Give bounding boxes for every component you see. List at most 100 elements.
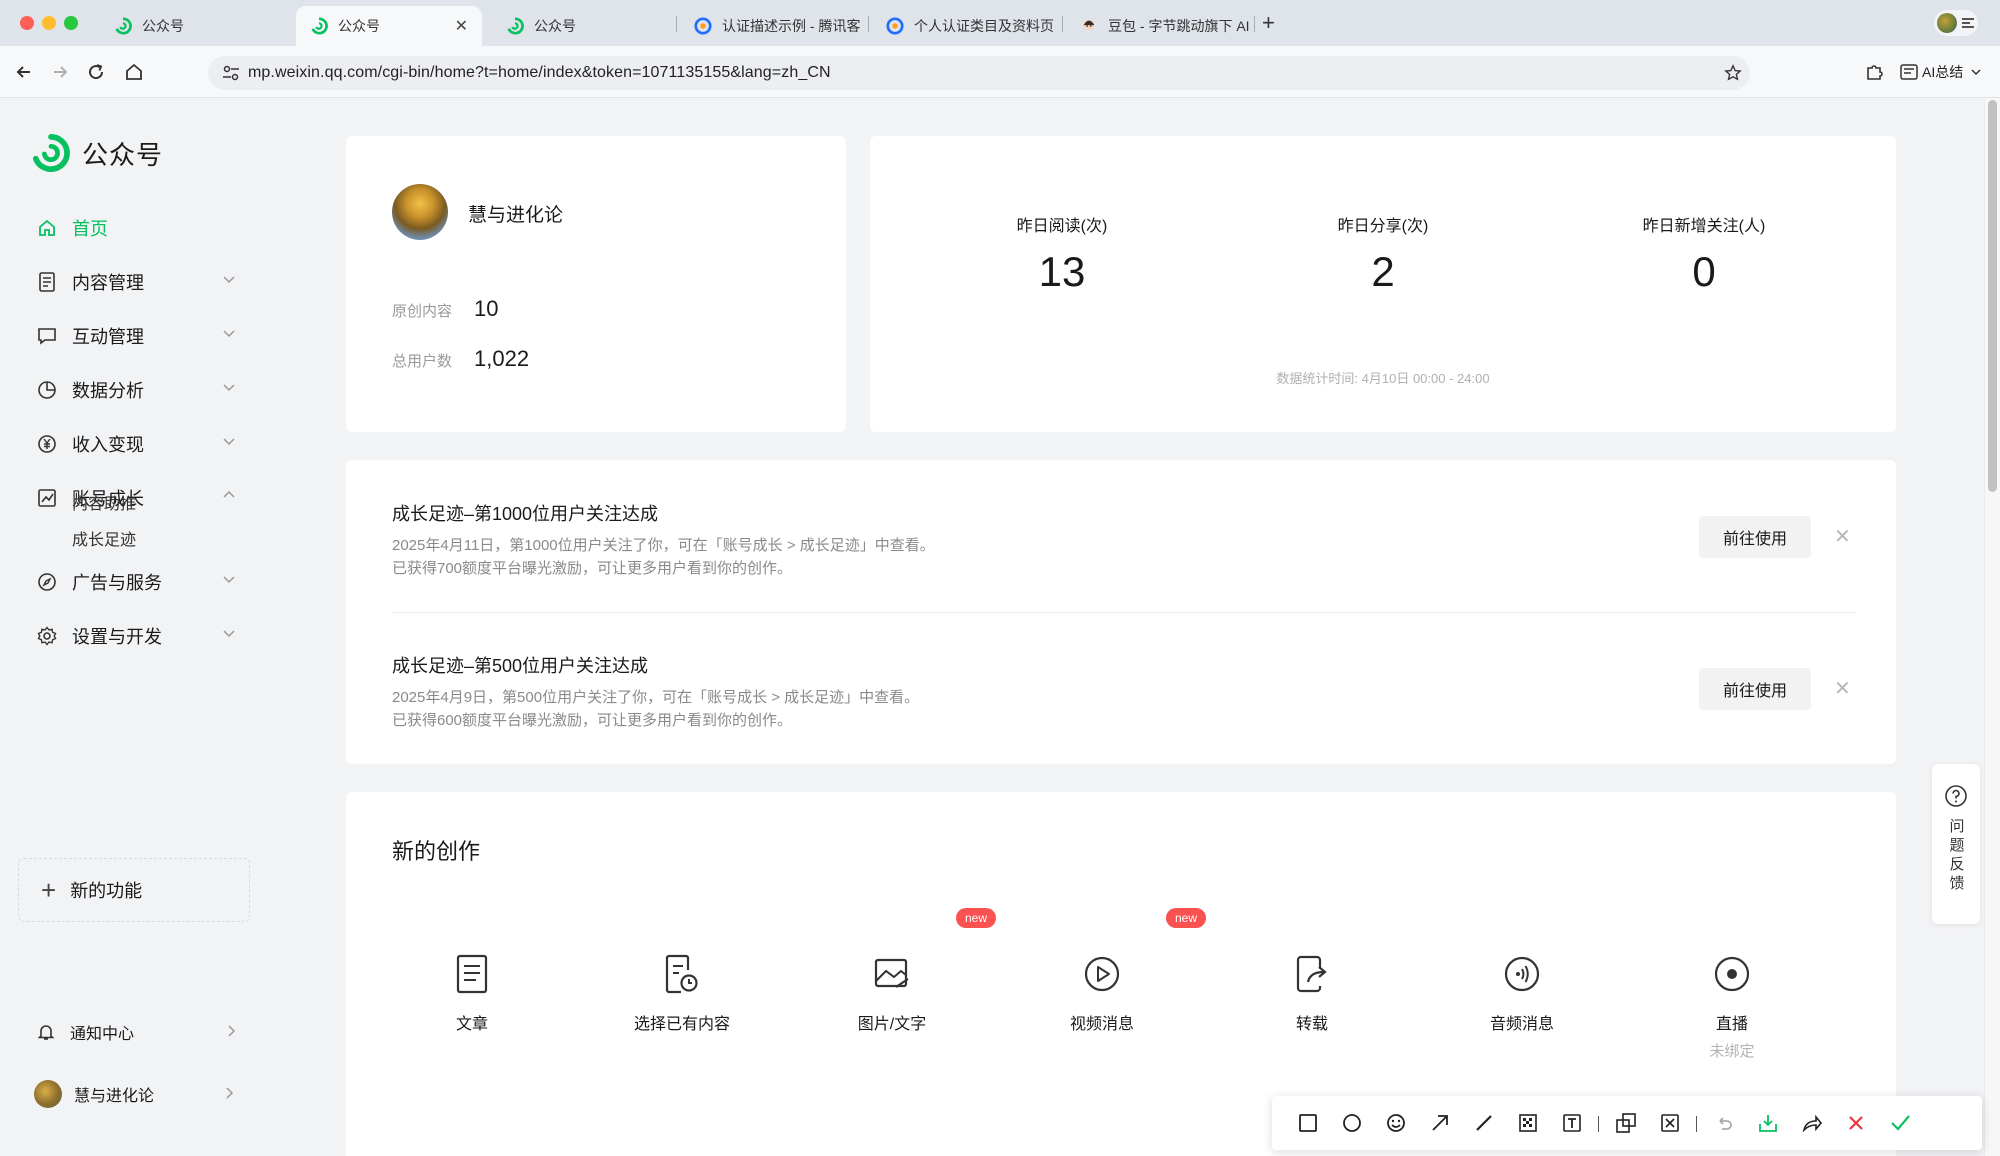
repost-icon <box>1296 955 1327 993</box>
kpi-shares[interactable]: 昨日分享(次) 2 <box>1253 212 1513 296</box>
tab-title: 豆包 - 字节跳动旗下 AI <box>1108 18 1250 34</box>
back-button[interactable] <box>10 58 38 86</box>
stat-label: 原创内容 <box>392 303 453 320</box>
tencent-cloud-favicon-icon <box>694 17 712 35</box>
kpi-reads[interactable]: 昨日阅读(次) 13 <box>932 212 1192 296</box>
browser-tab[interactable]: 公众号 <box>100 6 290 46</box>
go-use-button[interactable]: 前往使用 <box>1699 516 1811 558</box>
extensions-puzzle-icon[interactable] <box>1864 62 1884 82</box>
arrow-left-icon <box>16 66 30 78</box>
sidebar-subitem-growth-footprint[interactable]: 成长足迹 <box>72 526 136 550</box>
help-circle-icon <box>1945 785 1967 807</box>
url-text[interactable]: mp.weixin.qq.com/cgi-bin/home?t=home/ind… <box>248 64 831 82</box>
sidebar-item-ads-services[interactable]: 广告与服务 <box>36 562 236 602</box>
browser-tab[interactable]: 公众号 <box>492 6 682 46</box>
live-stream-button[interactable]: 直播 未绑定 <box>1652 952 1812 1061</box>
repost-button[interactable]: 转载 <box>1232 952 1392 1034</box>
undo-icon[interactable] <box>1712 1111 1736 1135</box>
ai-summary-label: AI总结 <box>1922 64 1964 80</box>
confirm-check-icon[interactable] <box>1888 1111 1912 1135</box>
kpi-new-followers[interactable]: 昨日新增关注(人) 0 <box>1574 212 1834 296</box>
wechat-mp-logo[interactable]: 公众号 <box>32 134 163 172</box>
stat-value: 10 <box>474 296 499 321</box>
notice-description: 2025年4月11日，第1000位用户关注了你，可在「账号成长 > 成长足迹」中… <box>392 534 1806 580</box>
chevron-down-icon <box>223 576 235 584</box>
new-tab-button[interactable]: + <box>1262 10 1275 36</box>
browser-profile-button[interactable] <box>1934 10 1978 36</box>
divider <box>392 612 1856 613</box>
wechat-mp-favicon-icon <box>311 17 328 35</box>
select-existing-content-button[interactable]: 选择已有内容 <box>602 952 762 1034</box>
notice-line: 已获得700额度平台曝光激励，可让更多用户看到你的创作。 <box>392 560 793 577</box>
browser-tab-bar: 公众号 公众号 ✕ 公众号 认证描述示例 - 腾讯客 个人认证类目及资料页 豆包… <box>0 0 2000 46</box>
toolbar-separator <box>1696 1116 1697 1132</box>
create-article-button[interactable]: 文章 <box>392 952 552 1034</box>
notice-title: 成长足迹–第1000位用户关注达成 <box>392 504 659 524</box>
share-icon[interactable] <box>1800 1111 1824 1135</box>
close-icon[interactable]: ✕ <box>1834 676 1851 701</box>
home-button[interactable] <box>120 58 148 86</box>
bell-icon <box>37 1025 55 1040</box>
chevron-down-icon <box>223 330 235 338</box>
new-features-button[interactable]: + 新的功能 <box>18 858 250 922</box>
sidebar-item-label: 广告与服务 <box>72 573 162 593</box>
create-image-text-button[interactable]: 图片/文字 <box>812 952 972 1034</box>
scrollbar-thumb[interactable] <box>1988 100 1997 492</box>
sidebar-item-home[interactable]: 首页 <box>36 208 236 248</box>
emoji-tool-icon[interactable] <box>1384 1111 1408 1135</box>
ai-summary-button[interactable]: AI总结 <box>1900 62 1981 82</box>
sidebar-item-data-analysis[interactable]: 数据分析 <box>36 370 236 410</box>
sidebar-item-settings-dev[interactable]: 设置与开发 <box>36 616 236 656</box>
pen-tool-icon[interactable] <box>1472 1111 1496 1135</box>
create-video-message-button[interactable]: 视频消息 <box>1022 952 1182 1034</box>
avatar[interactable] <box>392 184 448 240</box>
close-window-button[interactable] <box>20 16 34 30</box>
ocr-tool-icon[interactable] <box>1614 1111 1638 1135</box>
home-icon <box>36 217 58 239</box>
browser-tab-active[interactable]: 公众号 ✕ <box>296 6 482 46</box>
ellipse-tool-icon[interactable] <box>1340 1111 1364 1135</box>
save-download-icon[interactable] <box>1756 1111 1780 1135</box>
arrow-tool-icon[interactable] <box>1428 1111 1452 1135</box>
notification-center-link[interactable]: 通知中心 <box>36 1014 236 1050</box>
sidebar-item-monetization[interactable]: 收入变现 <box>36 424 236 464</box>
mosaic-tool-icon[interactable] <box>1516 1111 1540 1135</box>
sidebar-item-label: 数据分析 <box>72 381 144 401</box>
close-icon[interactable]: ✕ <box>1834 524 1851 549</box>
site-settings-icon[interactable] <box>222 65 240 81</box>
text-tool-icon[interactable] <box>1560 1111 1584 1135</box>
reload-button[interactable] <box>82 58 110 86</box>
sidebar-subitem-content-boost[interactable]: 内容助推 <box>72 490 136 514</box>
sidebar-item-interaction-management[interactable]: 互动管理 <box>36 316 236 356</box>
feedback-button[interactable]: 问题反馈 <box>1932 764 1980 924</box>
sidebar-item-content-management[interactable]: 内容管理 <box>36 262 236 302</box>
image-text-icon <box>874 958 909 988</box>
minimize-window-button[interactable] <box>42 16 56 30</box>
create-audio-message-button[interactable]: 音频消息 <box>1442 952 1602 1034</box>
account-menu-link[interactable]: 慧与进化论 <box>34 1076 234 1112</box>
notification-center-label: 通知中心 <box>70 1026 135 1043</box>
chevron-right-icon <box>226 1087 234 1099</box>
bookmark-star-icon[interactable] <box>1724 64 1742 82</box>
browser-tab[interactable]: 个人认证类目及资料页 <box>872 6 1060 46</box>
browser-tab[interactable]: 豆包 - 字节跳动旗下 AI <box>1066 6 1254 46</box>
growth-notices-card: 成长足迹–第1000位用户关注达成 2025年4月11日，第1000位用户关注了… <box>346 460 1896 764</box>
translate-tool-icon[interactable] <box>1658 1111 1682 1135</box>
go-use-button[interactable]: 前往使用 <box>1699 668 1811 710</box>
notice-line: 2025年4月9日，第500位用户关注了你，可在「账号成长 > 成长足迹」中查看… <box>392 689 920 706</box>
sidebar: 公众号 首页 内容管理 互动管理 数据分析 收入变现 账号成长 内容助推 成长足… <box>0 98 340 1156</box>
maximize-window-button[interactable] <box>64 16 78 30</box>
page-scrollbar[interactable] <box>1984 98 2000 1156</box>
cancel-icon[interactable] <box>1844 1111 1868 1135</box>
close-tab-icon[interactable]: ✕ <box>455 16 468 36</box>
rectangle-tool-icon[interactable] <box>1296 1111 1320 1135</box>
browser-tab[interactable]: 认证描述示例 - 腾讯客 <box>680 6 868 46</box>
account-profile-card: 慧与进化论 原创内容 10 总用户数 1,022 <box>346 136 846 432</box>
address-bar[interactable]: mp.weixin.qq.com/cgi-bin/home?t=home/ind… <box>208 56 1750 90</box>
chevron-up-icon <box>223 490 235 498</box>
notice-description: 2025年4月9日，第500位用户关注了你，可在「账号成长 > 成长足迹」中查看… <box>392 686 1806 732</box>
tab-title: 个人认证类目及资料页 <box>914 18 1054 34</box>
forward-button[interactable] <box>46 58 74 86</box>
sidebar-item-label: 收入变现 <box>72 435 144 455</box>
menu-lines-icon <box>1962 16 1974 30</box>
